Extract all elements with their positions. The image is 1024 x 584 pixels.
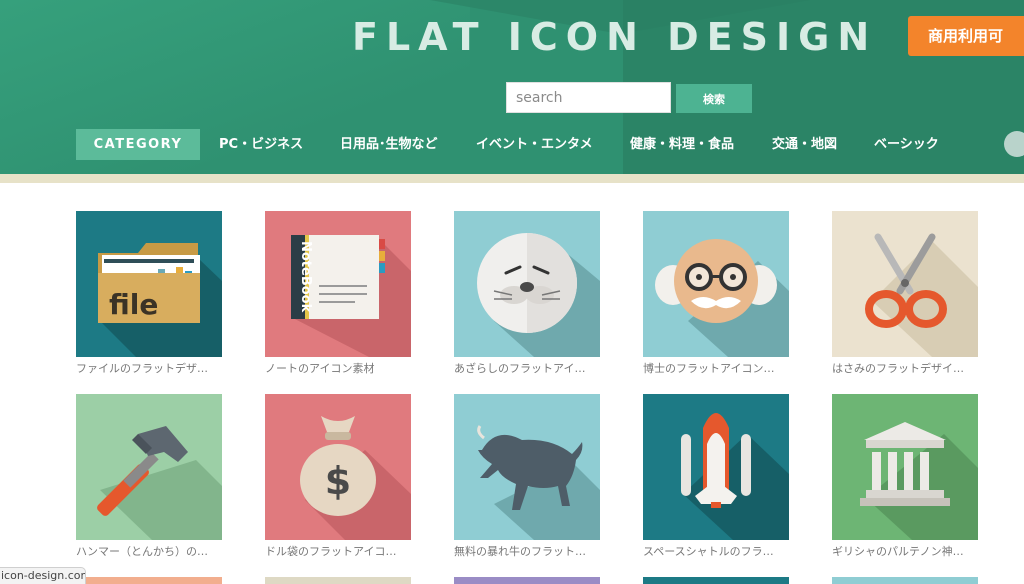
header-divider <box>0 174 1024 183</box>
nav-item-events[interactable]: イベント・エンタメ <box>476 128 593 161</box>
parthenon-icon <box>832 394 978 540</box>
status-bar-url: icon-design.com <box>0 567 86 584</box>
nav-item-daily-goods[interactable]: 日用品･生物など <box>340 128 438 161</box>
icon-caption[interactable]: ギリシャのパルテノン神… <box>832 545 982 559</box>
icon-caption[interactable]: ファイルのフラットデザ… <box>76 362 226 376</box>
category-nav: CATEGORY PC・ビジネス 日用品･生物など イベント・エンタメ 健康・料… <box>0 128 1024 161</box>
hammer-icon <box>76 394 222 540</box>
notebook-icon: NoteBook <box>265 211 411 357</box>
nav-item-pc-business[interactable]: PC・ビジネス <box>219 128 303 161</box>
icon-caption[interactable]: はさみのフラットデザイ… <box>832 362 982 376</box>
icon-card-partial[interactable] <box>832 577 978 584</box>
icon-card-partial[interactable] <box>643 577 789 584</box>
nav-item-basic[interactable]: ベーシック <box>874 128 939 161</box>
icon-card-seal[interactable] <box>454 211 600 357</box>
file-folder-icon: file <box>76 211 222 357</box>
scissors-icon <box>832 211 978 357</box>
svg-text:$: $ <box>325 459 351 503</box>
professor-icon <box>643 211 789 357</box>
menu-toggle-icon[interactable] <box>1004 131 1024 157</box>
icon-caption[interactable]: ノートのアイコン素材 <box>265 362 415 376</box>
icon-card-bull[interactable] <box>454 394 600 540</box>
icon-caption[interactable]: 博士のフラットアイコン… <box>643 362 793 376</box>
nav-category-label[interactable]: CATEGORY <box>76 129 200 160</box>
nav-item-transport-map[interactable]: 交通・地図 <box>772 128 837 161</box>
icon-card-file[interactable]: file <box>76 211 222 357</box>
svg-text:NoteBook: NoteBook <box>298 241 313 313</box>
money-bag-icon: $ <box>265 394 411 540</box>
icon-caption[interactable]: ハンマー（とんかち）の… <box>76 545 226 559</box>
space-shuttle-icon <box>643 394 789 540</box>
icon-card-partial[interactable] <box>454 577 600 584</box>
bull-icon <box>454 394 600 540</box>
icon-card-hammer[interactable] <box>76 394 222 540</box>
icon-caption[interactable]: 無料の暴れ牛のフラット… <box>454 545 604 559</box>
icon-card-space-shuttle[interactable] <box>643 394 789 540</box>
icon-card-scissors[interactable] <box>832 211 978 357</box>
search-input[interactable] <box>506 82 671 113</box>
commercial-use-badge[interactable]: 商用利用可 <box>908 16 1024 56</box>
icon-card-partial[interactable] <box>265 577 411 584</box>
site-header: FLAT ICON DESIGN 商用利用可 検索 CATEGORY PC・ビジ… <box>0 0 1024 176</box>
icon-card-partial[interactable] <box>76 577 222 584</box>
svg-text:file: file <box>109 288 158 321</box>
search-button[interactable]: 検索 <box>676 84 752 113</box>
site-logo-title[interactable]: FLAT ICON DESIGN <box>352 12 892 62</box>
icon-card-money-bag[interactable]: $ <box>265 394 411 540</box>
nav-item-health-food[interactable]: 健康・料理・食品 <box>630 128 734 161</box>
seal-icon <box>454 211 600 357</box>
icon-card-parthenon[interactable] <box>832 394 978 540</box>
icon-caption[interactable]: スペースシャトルのフラ… <box>643 545 793 559</box>
icon-caption[interactable]: ドル袋のフラットアイコ… <box>265 545 415 559</box>
icon-caption[interactable]: あざらしのフラットアイ… <box>454 362 604 376</box>
icon-card-notebook[interactable]: NoteBook <box>265 211 411 357</box>
icon-card-professor[interactable] <box>643 211 789 357</box>
